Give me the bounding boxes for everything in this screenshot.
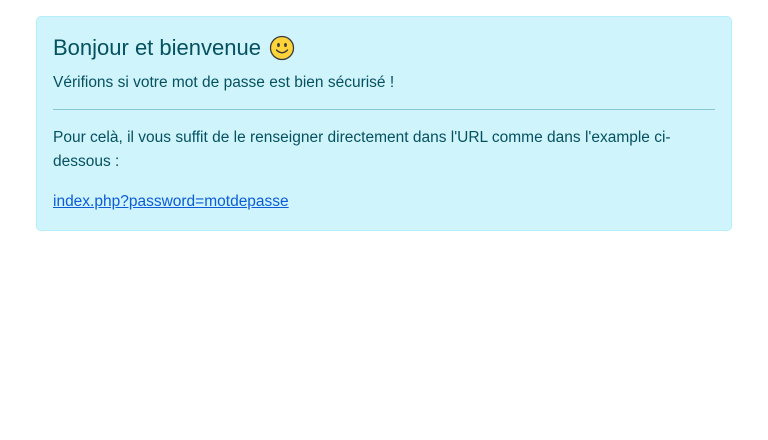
- instructions-text: Pour celà, il vous suffit de le renseign…: [53, 129, 671, 170]
- info-alert: Bonjour et bienvenue Vérifions si votre …: [36, 16, 732, 231]
- smiley-face-icon: [269, 35, 295, 61]
- welcome-heading-text: Bonjour et bienvenue: [53, 35, 261, 60]
- example-url-link[interactable]: index.php?password=motdepasse: [53, 190, 289, 214]
- subtitle-text: Vérifions si votre mot de passe est bien…: [53, 74, 395, 91]
- divider: [53, 109, 715, 110]
- welcome-heading: Bonjour et bienvenue: [53, 33, 715, 63]
